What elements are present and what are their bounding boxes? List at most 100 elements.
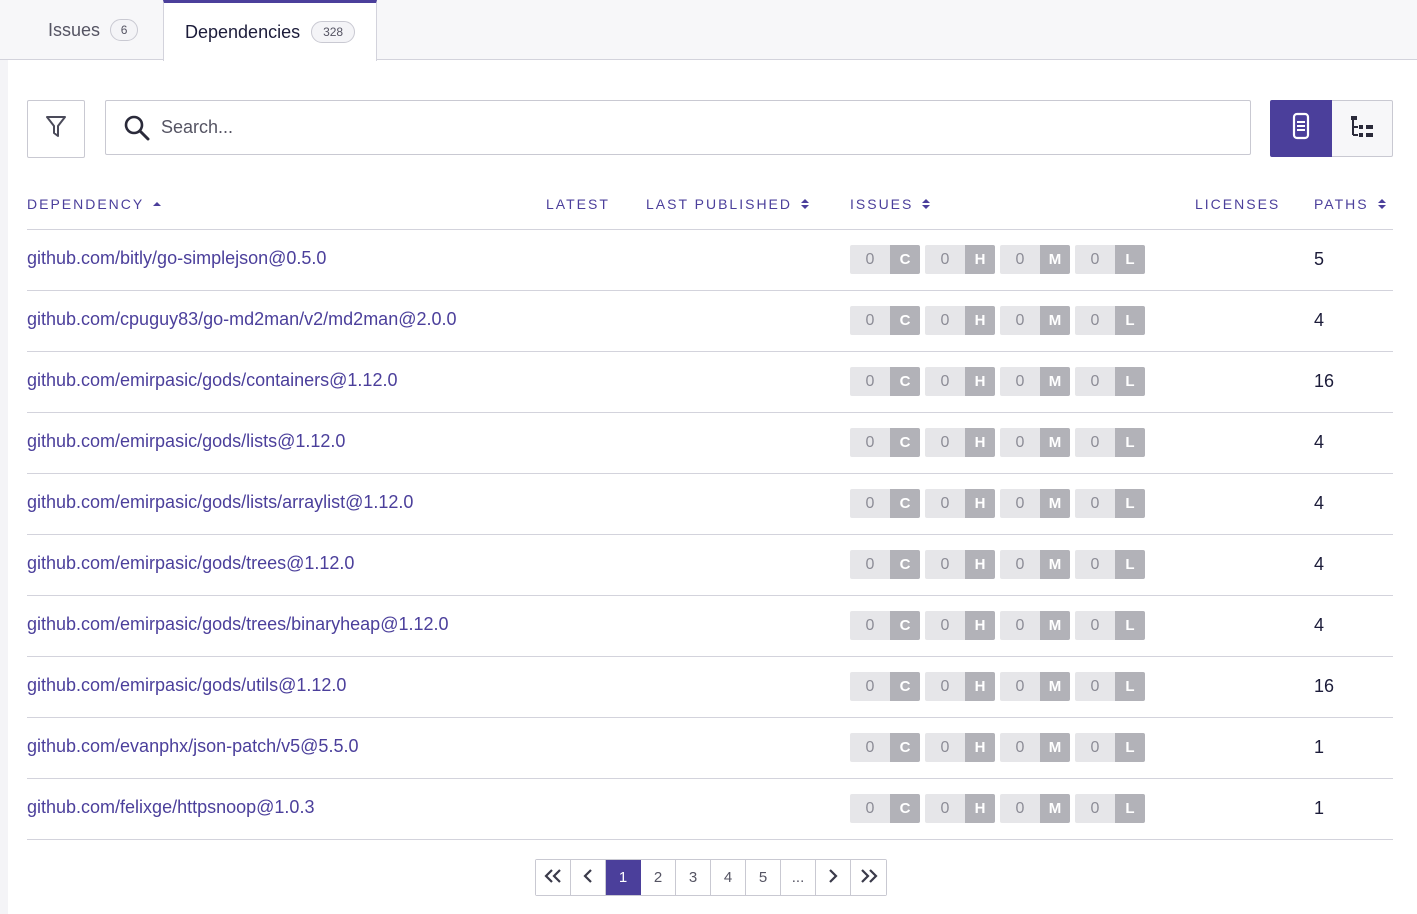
column-dependency-label: DEPENDENCY — [27, 196, 145, 212]
medium-badge: 0M — [1000, 733, 1070, 762]
medium-letter: M — [1040, 794, 1070, 823]
paths-count: 4 — [1314, 432, 1325, 452]
column-issues[interactable]: ISSUES — [850, 196, 931, 212]
high-count: 0 — [925, 794, 965, 823]
medium-badge: 0M — [1000, 550, 1070, 579]
low-badge: 0L — [1075, 245, 1145, 274]
paths-count: 4 — [1314, 310, 1325, 330]
filter-button[interactable] — [27, 100, 85, 158]
high-letter: H — [965, 550, 995, 579]
low-letter: L — [1115, 367, 1145, 396]
issue-badges: 0C0H0M0L — [850, 672, 1150, 701]
high-letter: H — [965, 611, 995, 640]
low-badge: 0L — [1075, 794, 1145, 823]
dependency-link[interactable]: github.com/emirpasic/gods/utils@1.12.0 — [27, 675, 346, 696]
table-row: github.com/emirpasic/gods/lists/arraylis… — [27, 474, 1393, 535]
low-count: 0 — [1075, 306, 1115, 335]
medium-letter: M — [1040, 611, 1070, 640]
page-button[interactable]: 2 — [641, 860, 676, 895]
medium-count: 0 — [1000, 550, 1040, 579]
low-letter: L — [1115, 306, 1145, 335]
critical-badge: 0C — [850, 672, 920, 701]
medium-badge: 0M — [1000, 672, 1070, 701]
low-count: 0 — [1075, 794, 1115, 823]
critical-letter: C — [890, 306, 920, 335]
medium-badge: 0M — [1000, 367, 1070, 396]
low-badge: 0L — [1075, 367, 1145, 396]
dependency-link[interactable]: github.com/emirpasic/gods/trees@1.12.0 — [27, 553, 354, 574]
tab-dependencies[interactable]: Dependencies 328 — [163, 0, 377, 61]
critical-count: 0 — [850, 611, 890, 640]
high-badge: 0H — [925, 794, 995, 823]
high-count: 0 — [925, 367, 965, 396]
medium-letter: M — [1040, 367, 1070, 396]
dependency-link[interactable]: github.com/bitly/go-simplejson@0.5.0 — [27, 248, 326, 269]
critical-letter: C — [890, 428, 920, 457]
low-count: 0 — [1075, 245, 1115, 274]
high-letter: H — [965, 367, 995, 396]
column-licenses: LICENSES — [1195, 196, 1280, 212]
paths-count: 1 — [1314, 737, 1325, 757]
dependency-link[interactable]: github.com/emirpasic/gods/lists@1.12.0 — [27, 431, 345, 452]
page-button[interactable]: 5 — [746, 860, 781, 895]
search-input[interactable] — [159, 116, 1213, 139]
column-paths[interactable]: PATHS — [1314, 196, 1387, 212]
low-count: 0 — [1075, 367, 1115, 396]
critical-badge: 0C — [850, 367, 920, 396]
low-badge: 0L — [1075, 611, 1145, 640]
tab-dependencies-count: 328 — [311, 21, 356, 43]
column-last-published-label: LAST PUBLISHED — [646, 196, 793, 212]
search-box — [105, 100, 1251, 155]
prev-page-button[interactable] — [571, 860, 606, 895]
double-chevron-left-icon — [543, 868, 563, 888]
last-page-button[interactable] — [851, 860, 886, 895]
high-badge: 0H — [925, 245, 995, 274]
high-letter: H — [965, 306, 995, 335]
page-button[interactable]: 1 — [606, 860, 641, 895]
double-chevron-right-icon — [859, 868, 879, 888]
medium-letter: M — [1040, 306, 1070, 335]
dependency-table-body: github.com/bitly/go-simplejson@0.5.0 0 C 0 H… — [27, 230, 1393, 840]
chevron-right-icon — [827, 868, 839, 888]
dependency-link[interactable]: github.com/cpuguy83/go-md2man/v2/md2man@… — [27, 309, 457, 330]
medium-count: 0 — [1000, 306, 1040, 335]
column-dependency[interactable]: DEPENDENCY — [27, 196, 162, 212]
first-page-button[interactable] — [536, 860, 571, 895]
high-letter: H — [965, 489, 995, 518]
dependency-link[interactable]: github.com/felixge/httpsnoop@1.0.3 — [27, 797, 314, 818]
issue-badges: 0C0H0M0L — [850, 794, 1150, 823]
low-badge: 0L — [1075, 428, 1145, 457]
medium-count: 0 — [1000, 489, 1040, 518]
critical-count: 0 — [850, 489, 890, 518]
critical-letter: C — [890, 733, 920, 762]
dependency-link[interactable]: github.com/emirpasic/gods/lists/arraylis… — [27, 492, 413, 513]
high-badge: 0H — [925, 672, 995, 701]
table-row: github.com/emirpasic/gods/trees@1.12.0 0 C… — [27, 535, 1393, 596]
low-badge: 0L — [1075, 306, 1145, 335]
sort-icon — [800, 197, 810, 211]
medium-badge: 0M — [1000, 611, 1070, 640]
page-button[interactable]: 3 — [676, 860, 711, 895]
dependency-link[interactable]: github.com/evanphx/json-patch/v5@5.5.0 — [27, 736, 358, 757]
dependency-link[interactable]: github.com/emirpasic/gods/trees/binaryhe… — [27, 614, 449, 635]
paths-count: 16 — [1314, 371, 1335, 391]
low-badge: 0L — [1075, 550, 1145, 579]
medium-count: 0 — [1000, 428, 1040, 457]
paths-count: 4 — [1314, 493, 1325, 513]
page-button[interactable]: 4 — [711, 860, 746, 895]
chevron-left-icon — [582, 868, 594, 888]
list-view-button[interactable] — [1270, 100, 1332, 157]
critical-badge: 0C — [850, 794, 920, 823]
column-last-published[interactable]: LAST PUBLISHED — [646, 196, 810, 212]
issue-badges: 0C0H0M0L — [850, 611, 1150, 640]
issue-badges: 0C0H0M0L — [850, 428, 1150, 457]
tab-issues[interactable]: Issues 6 — [28, 0, 163, 60]
dependency-link[interactable]: github.com/emirpasic/gods/containers@1.1… — [27, 370, 397, 391]
table-header: DEPENDENCY LATEST LAST PUBLISHED ISSUES … — [27, 185, 1393, 230]
page-ellipsis[interactable]: ... — [781, 860, 816, 895]
next-page-button[interactable] — [816, 860, 851, 895]
issue-badges: 0C0H0M0L — [850, 367, 1150, 396]
high-badge: 0H — [925, 611, 995, 640]
tree-view-button[interactable] — [1332, 100, 1393, 157]
high-count: 0 — [925, 306, 965, 335]
